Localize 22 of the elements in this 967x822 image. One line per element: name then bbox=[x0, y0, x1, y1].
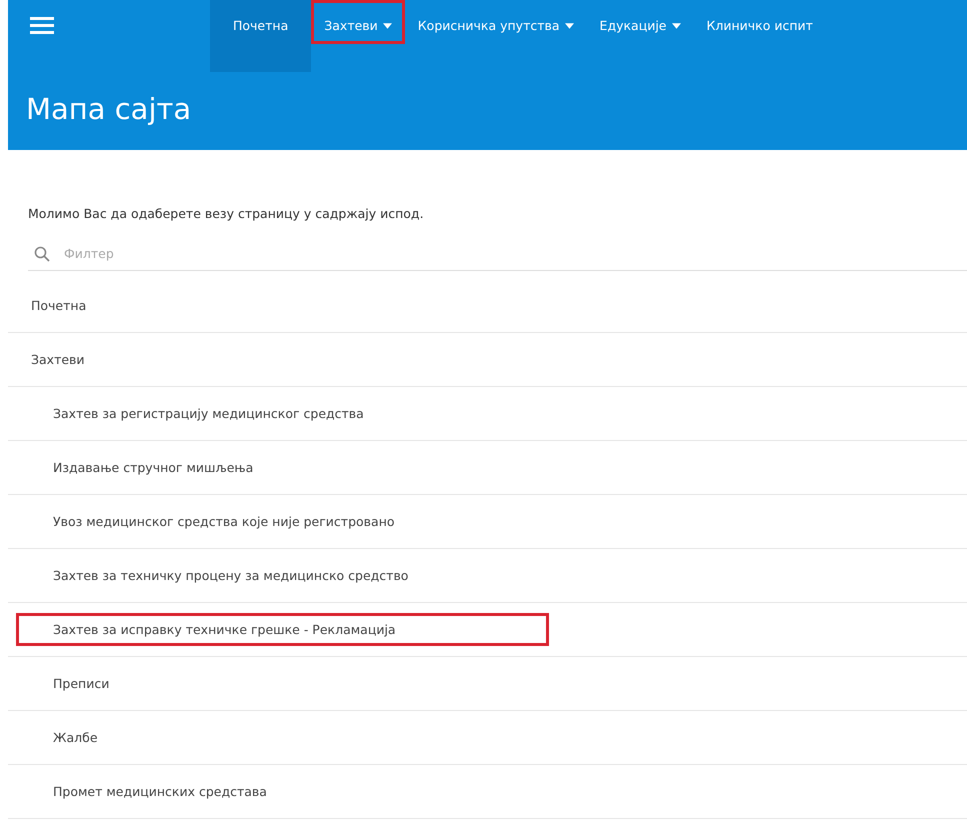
nav-item[interactable]: Почетна bbox=[210, 0, 312, 72]
sitemap-link[interactable]: Захтев за регистрацију медицинског средства bbox=[16, 397, 387, 430]
sitemap-link[interactable]: Промет медицинских средстава bbox=[16, 775, 290, 808]
sitemap-link[interactable]: Захтеви bbox=[16, 343, 108, 376]
intro-text: Молимо Вас да одаберете везу страницу у садржају испод. bbox=[28, 206, 425, 221]
sitemap-link[interactable]: Почетна bbox=[16, 289, 110, 322]
sitemap-link[interactable]: Захтев за техничку процену за медицинско средство bbox=[16, 559, 432, 592]
caret-icon bbox=[382, 23, 392, 29]
nav-item[interactable]: Клиничко испит bbox=[694, 0, 826, 44]
sitemap-link[interactable]: Захтев за исправку техничке грешке - Рекламација bbox=[16, 613, 549, 646]
sitemap-link[interactable]: Преписи bbox=[16, 667, 132, 700]
sitemap-link[interactable]: Жалбе bbox=[16, 721, 121, 754]
sitemap-link[interactable]: Издавање стручног мишљења bbox=[16, 451, 276, 484]
nav-item[interactable]: Едукације bbox=[586, 0, 694, 44]
menu-icon[interactable] bbox=[30, 16, 54, 34]
page-title: Мапа сајта bbox=[26, 92, 192, 126]
caret-icon bbox=[564, 23, 574, 29]
nav-item[interactable]: Корисничка упутства bbox=[404, 0, 587, 44]
search-icon bbox=[34, 246, 50, 262]
nav-item[interactable]: Захтеви bbox=[311, 0, 405, 44]
sitemap-link[interactable]: Увоз медицинског средства које није регистровано bbox=[16, 505, 418, 538]
caret-icon bbox=[672, 23, 680, 29]
